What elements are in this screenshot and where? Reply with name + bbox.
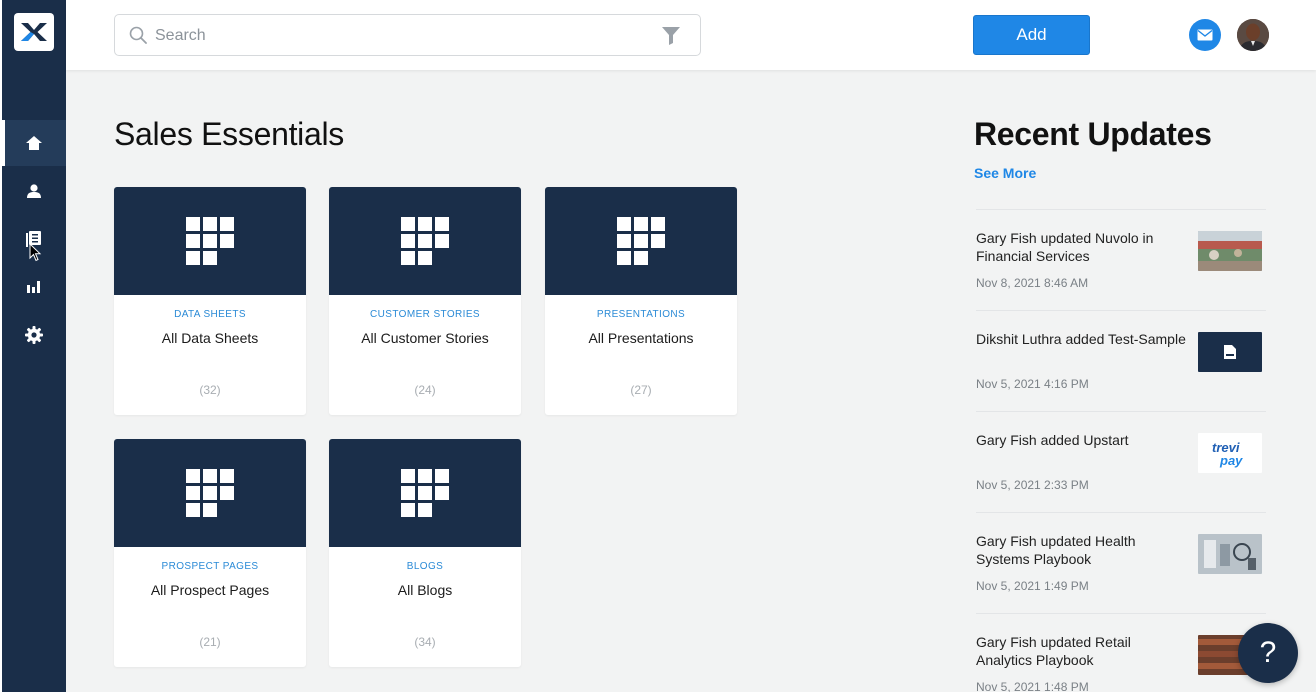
card-title: All Data Sheets — [161, 330, 259, 346]
gear-icon — [25, 326, 43, 344]
see-more-link[interactable]: See More — [974, 165, 1036, 181]
search-input[interactable] — [155, 24, 635, 48]
card-count: (27) — [630, 383, 652, 397]
avatar-image — [1237, 19, 1269, 51]
update-text: Dikshit Luthra added Test-Sample — [976, 331, 1186, 347]
grid-icon — [186, 217, 234, 265]
grid-icon — [186, 469, 234, 517]
sidebar — [0, 0, 66, 692]
card-category: PRESENTATIONS — [596, 309, 686, 320]
top-header: Add — [66, 0, 1316, 70]
update-text: Gary Fish updated Nuvolo in Financial Se… — [976, 230, 1154, 264]
card-title: All Prospect Pages — [150, 582, 270, 598]
update-item[interactable]: Gary Fish updated Nuvolo in Financial Se… — [976, 209, 1266, 310]
bar-chart-icon — [27, 281, 40, 293]
card-banner — [329, 439, 521, 547]
card-category: PROSPECT PAGES — [161, 561, 259, 572]
grid-icon — [401, 217, 449, 265]
card-count: (21) — [199, 635, 221, 649]
card-banner — [545, 187, 737, 295]
sidebar-item-analytics[interactable] — [2, 264, 66, 310]
app-logo[interactable] — [14, 13, 54, 51]
update-time: Nov 5, 2021 2:33 PM — [976, 478, 1089, 492]
mouse-cursor-icon — [29, 243, 42, 262]
svg-text:pay: pay — [1219, 453, 1243, 468]
help-button[interactable]: ? — [1238, 623, 1298, 683]
sidebar-item-users[interactable] — [2, 168, 66, 214]
update-item[interactable]: Gary Fish updated Retail Analytics Playb… — [976, 613, 1266, 692]
trevipay-logo: trevi pay — [1212, 440, 1243, 468]
card-count: (32) — [199, 383, 221, 397]
card-count: (34) — [414, 635, 436, 649]
content-card-blogs[interactable]: BLOGS All Blogs (34) — [329, 439, 521, 667]
card-banner — [329, 187, 521, 295]
content-card-data-sheets[interactable]: DATA SHEETS All Data Sheets (32) — [114, 187, 306, 415]
card-category: DATA SHEETS — [174, 309, 246, 320]
sidebar-item-settings[interactable] — [2, 312, 66, 358]
user-icon — [27, 184, 41, 198]
update-item[interactable]: Gary Fish added Upstart Nov 5, 2021 2:33… — [976, 411, 1266, 512]
update-thumbnail — [1198, 332, 1262, 372]
search-bar — [114, 14, 701, 56]
content-card-prospect-pages[interactable]: PROSPECT PAGES All Prospect Pages (21) — [114, 439, 306, 667]
update-text: Gary Fish added Upstart — [976, 432, 1129, 448]
card-title: All Presentations — [588, 330, 694, 346]
update-thumbnail: trevi pay — [1198, 433, 1262, 473]
update-time: Nov 8, 2021 8:46 AM — [976, 276, 1089, 290]
page-title: Sales Essentials — [114, 116, 344, 152]
update-item[interactable]: Gary Fish updated Health Systems Playboo… — [976, 512, 1266, 613]
grid-icon — [401, 469, 449, 517]
photo-thumbnail — [1198, 534, 1262, 574]
card-title: All Blogs — [397, 582, 453, 598]
card-title: All Customer Stories — [361, 330, 489, 346]
content-card-customer-stories[interactable]: CUSTOMER STORIES All Customer Stories (2… — [329, 187, 521, 415]
update-text: Gary Fish updated Health Systems Playboo… — [976, 533, 1136, 567]
content-card-presentations[interactable]: PRESENTATIONS All Presentations (27) — [545, 187, 737, 415]
update-thumbnail — [1198, 534, 1262, 574]
update-time: Nov 5, 2021 4:16 PM — [976, 377, 1089, 391]
mail-icon — [1197, 29, 1213, 41]
recent-updates-title: Recent Updates — [974, 116, 1212, 152]
card-banner — [114, 439, 306, 547]
add-button[interactable]: Add — [973, 15, 1090, 55]
home-icon — [26, 136, 42, 150]
x-logo-icon — [21, 23, 47, 41]
update-thumbnail — [1198, 231, 1262, 271]
update-time: Nov 5, 2021 1:49 PM — [976, 579, 1089, 593]
user-avatar[interactable] — [1237, 19, 1269, 51]
card-category: BLOGS — [406, 561, 444, 572]
filter-icon[interactable] — [662, 27, 680, 45]
card-banner — [114, 187, 306, 295]
photo-thumbnail — [1198, 231, 1262, 271]
search-icon — [129, 26, 147, 44]
card-count: (24) — [414, 383, 436, 397]
card-category: CUSTOMER STORIES — [370, 309, 480, 320]
sidebar-item-home[interactable] — [2, 120, 66, 166]
grid-icon — [617, 217, 665, 265]
update-text: Gary Fish updated Retail Analytics Playb… — [976, 634, 1131, 668]
messages-button[interactable] — [1189, 19, 1221, 51]
file-icon — [1224, 345, 1236, 359]
update-time: Nov 5, 2021 1:48 PM — [976, 680, 1089, 692]
update-item[interactable]: Dikshit Luthra added Test-Sample Nov 5, … — [976, 310, 1266, 411]
